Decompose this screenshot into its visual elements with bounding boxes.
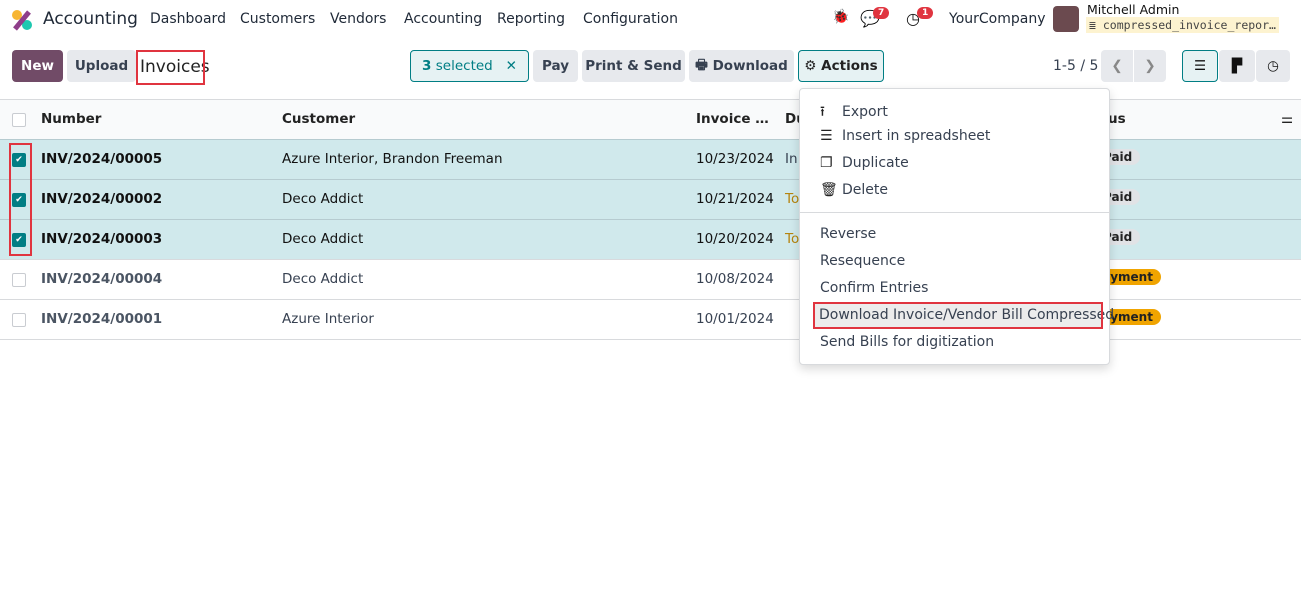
menu-item-download-invoice-vendor-bill-compressed[interactable]: Download Invoice/Vendor Bill Compressed — [813, 302, 1114, 329]
actions-label: Actions — [821, 58, 878, 74]
menu-item-insert-in-spreadsheet[interactable]: ☰ Insert in spreadsheet — [800, 123, 1109, 150]
database-name: ≣ compressed_invoice_repor… — [1086, 17, 1279, 33]
invoice-date: 10/20/2024 — [696, 231, 774, 247]
clock-icon: ◷ — [1267, 58, 1279, 74]
header-status[interactable]: us — [1108, 111, 1126, 127]
print-send-button[interactable]: Print & Send — [582, 50, 685, 82]
row-checkbox[interactable] — [12, 313, 26, 327]
unselect-close-icon[interactable]: ✕ — [506, 58, 517, 74]
download-button[interactable]: 🖶 Download — [689, 50, 794, 82]
app-name[interactable]: Accounting — [43, 9, 138, 29]
customer-name: Deco Addict — [282, 191, 364, 207]
pay-button[interactable]: Pay — [533, 50, 578, 82]
menu-accounting[interactable]: Accounting — [404, 11, 482, 27]
invoice-number: INV/2024/00002 — [41, 191, 163, 207]
invoice-date: 10/01/2024 — [696, 311, 774, 327]
list-icon: ☰ — [1193, 58, 1207, 74]
top-navbar: Accounting Dashboard Customers Vendors A… — [0, 0, 1301, 40]
kanban-view-button[interactable]: ▛ — [1219, 50, 1255, 82]
menu-item-label: Duplicate — [842, 155, 909, 171]
actions-dropdown-menu: ⭱ Export ☰ Insert in spreadsheet ❐ Duplicate 🗑… — [799, 88, 1114, 365]
selected-count: 3 — [422, 58, 432, 74]
menu-item-label: Delete — [842, 182, 888, 198]
menu-item-delete[interactable]: 🗑 Delete — [800, 177, 1109, 204]
kanban-icon: ▛ — [1231, 58, 1243, 74]
menu-item-label: Export — [842, 104, 888, 120]
invoice-number: INV/2024/00003 — [41, 231, 163, 247]
selected-label: selected — [435, 58, 493, 74]
invoice-date: 10/21/2024 — [696, 191, 774, 207]
actions-button[interactable]: ⚙ Actions — [798, 50, 884, 82]
activity-view-button[interactable]: ◷ — [1256, 50, 1290, 82]
menu-item-send-bills-for-digitization[interactable]: Send Bills for digitization — [800, 329, 1109, 356]
database-icon: ≣ — [1089, 18, 1103, 32]
invoice-date: 10/08/2024 — [696, 271, 774, 287]
menu-dashboard[interactable]: Dashboard — [150, 11, 226, 27]
menu-vendors[interactable]: Vendors — [330, 11, 386, 27]
bug-icon[interactable]: 🐞 — [832, 9, 849, 25]
row-checkbox[interactable] — [12, 273, 26, 287]
copy-icon: ❐ — [820, 155, 833, 171]
select-all-checkbox[interactable] — [12, 113, 26, 127]
activities-badge: 1 — [917, 7, 934, 19]
gear-icon: ⚙ — [804, 58, 822, 74]
user-name[interactable]: Mitchell Admin — [1087, 2, 1179, 17]
invoice-number: INV/2024/00004 — [41, 271, 163, 287]
download-label: Download — [712, 58, 788, 74]
messages-badge: 7 — [873, 7, 890, 19]
printer-icon: 🖶 — [695, 56, 713, 73]
customer-name: Deco Addict — [282, 271, 364, 287]
menu-customers[interactable]: Customers — [240, 11, 315, 27]
customer-name: Azure Interior — [282, 311, 374, 327]
header-customer[interactable]: Customer — [282, 111, 355, 127]
menu-item-confirm-entries[interactable]: Confirm Entries — [800, 275, 1109, 302]
accounting-logo-icon[interactable] — [11, 9, 33, 31]
list-icon: ☰ — [820, 128, 833, 144]
list-view-button[interactable]: ☰ — [1182, 50, 1218, 82]
pager-next-button[interactable]: ❯ — [1134, 50, 1166, 82]
due-date: In — [785, 151, 798, 167]
menu-item-resequence[interactable]: Resequence — [800, 248, 1109, 275]
invoice-number: INV/2024/00005 — [41, 151, 163, 167]
trash-icon: 🗑 — [820, 182, 838, 198]
company-switcher[interactable]: YourCompany — [949, 11, 1046, 27]
menu-item-export[interactable]: ⭱ Export — [800, 96, 1109, 123]
menu-configuration[interactable]: Configuration — [583, 11, 678, 27]
invoice-number: INV/2024/00001 — [41, 311, 163, 327]
customer-name: Deco Addict — [282, 231, 364, 247]
due-date: To — [785, 191, 800, 207]
pager-value[interactable]: 1-5 / 5 — [1053, 58, 1098, 74]
upload-icon: ⭱ — [820, 104, 825, 120]
selection-indicator: 3 selected ✕ — [410, 50, 529, 82]
highlight-box — [9, 143, 32, 256]
upload-button[interactable]: Upload — [67, 50, 136, 82]
invoice-date: 10/23/2024 — [696, 151, 774, 167]
column-settings-icon[interactable]: ⚌ — [1281, 111, 1293, 127]
menu-divider — [800, 212, 1109, 213]
avatar[interactable] — [1053, 6, 1079, 32]
database-label: compressed_invoice_repor… — [1102, 18, 1276, 32]
chevron-left-icon: ❮ — [1111, 58, 1123, 74]
highlight-box — [136, 50, 205, 85]
menu-reporting[interactable]: Reporting — [497, 11, 565, 27]
new-button[interactable]: New — [12, 50, 63, 82]
header-number[interactable]: Number — [41, 111, 101, 127]
menu-item-duplicate[interactable]: ❐ Duplicate — [800, 150, 1109, 177]
customer-name: Azure Interior, Brandon Freeman — [282, 151, 503, 167]
menu-item-reverse[interactable]: Reverse — [800, 221, 1109, 248]
header-invoice-date[interactable]: Invoice … — [696, 111, 769, 127]
due-date: To — [785, 231, 800, 247]
pager-previous-button[interactable]: ❮ — [1101, 50, 1133, 82]
menu-item-label: Insert in spreadsheet — [842, 128, 991, 144]
chevron-right-icon: ❯ — [1144, 58, 1156, 74]
